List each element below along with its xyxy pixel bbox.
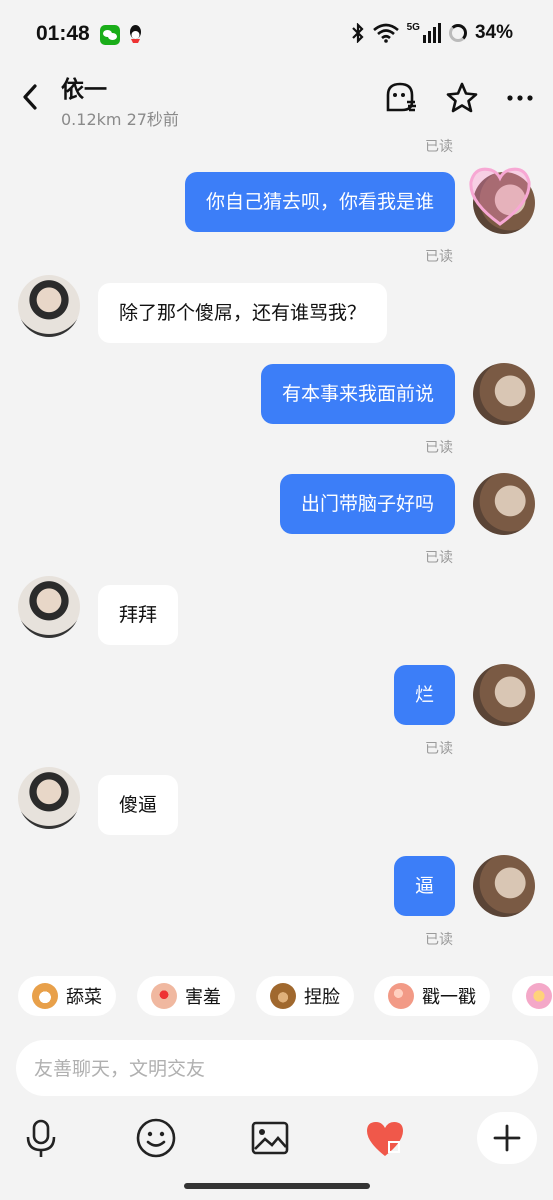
corgi-icon (32, 983, 58, 1009)
voice-ghost-icon[interactable] (382, 80, 418, 116)
contact-distance-time: 0.12km 27秒前 (61, 110, 179, 129)
heart-gift-icon[interactable] (363, 1116, 407, 1160)
read-receipt: 已读 (425, 550, 453, 566)
heart-avatar-frame-icon (469, 167, 531, 226)
image-icon[interactable] (248, 1116, 292, 1160)
back-arrow-icon[interactable] (18, 80, 44, 114)
shy-hands-icon (151, 983, 177, 1009)
emoji-icon[interactable] (134, 1116, 178, 1160)
quick-action-chip[interactable]: 捏脸 (256, 976, 354, 1016)
home-indicator[interactable] (184, 1183, 370, 1189)
battery-level: 34% (474, 22, 513, 43)
status-time: 01:48 (36, 22, 90, 45)
message-input[interactable] (32, 1040, 516, 1098)
quick-action-chip[interactable]: 舔菜 (18, 976, 116, 1016)
message-bubble-sent[interactable]: 逼 (393, 856, 455, 916)
chat-header: 依一 0.12km 27秒前 (0, 70, 553, 136)
signal-5g-icon: 5G (407, 23, 441, 43)
quick-action-chip[interactable] (512, 976, 553, 1016)
read-receipt: 已读 (425, 741, 453, 757)
bottom-toolbar (0, 1108, 553, 1168)
message-bubble-received[interactable]: 除了那个傻屌，还有谁骂我？ (98, 283, 388, 343)
read-receipt: 已读 (425, 139, 453, 155)
star-icon[interactable] (444, 80, 480, 116)
sticker-icon (526, 983, 552, 1009)
contact-avatar[interactable] (18, 576, 80, 638)
contact-avatar[interactable] (18, 275, 80, 337)
bear-icon (270, 983, 296, 1009)
plus-icon (493, 1124, 521, 1152)
network-type: 5G (406, 22, 420, 33)
wifi-icon (372, 23, 399, 43)
message-bubble-received[interactable]: 傻逼 (98, 775, 179, 835)
more-icon[interactable] (502, 80, 538, 116)
quick-action-label: 戳一戳 (422, 987, 476, 1008)
message-bubble-received[interactable]: 拜拜 (98, 585, 179, 645)
more-actions-button[interactable] (477, 1112, 537, 1164)
my-avatar[interactable] (473, 473, 535, 535)
message-bubble-sent[interactable]: 烂 (393, 665, 455, 725)
status-bar: 01:48 5G 34% (0, 0, 553, 70)
read-receipt: 已读 (425, 440, 453, 456)
read-receipt: 已读 (425, 932, 453, 948)
my-avatar[interactable] (473, 664, 535, 726)
quick-actions-bar: 舔菜 害羞 捏脸 戳一戳 (0, 970, 553, 1022)
qq-notification-icon (130, 25, 141, 43)
my-avatar[interactable] (473, 855, 535, 917)
contact-name: 依一 (61, 77, 107, 103)
quick-action-label: 捏脸 (304, 987, 340, 1008)
quick-action-chip[interactable]: 害羞 (137, 976, 235, 1016)
battery-icon (448, 24, 467, 42)
contact-avatar[interactable] (18, 767, 80, 829)
quick-action-label: 害羞 (185, 987, 221, 1008)
message-bubble-sent[interactable]: 有本事来我面前说 (260, 364, 455, 424)
quick-action-chip[interactable]: 戳一戳 (374, 976, 490, 1016)
bluetooth-icon (351, 23, 364, 43)
my-avatar[interactable] (473, 363, 535, 425)
peach-icon (388, 983, 414, 1009)
message-input-container (16, 1040, 538, 1098)
wechat-notification-icon (100, 25, 120, 45)
quick-action-label: 舔菜 (66, 987, 102, 1008)
microphone-icon[interactable] (19, 1116, 63, 1160)
read-receipt: 已读 (425, 249, 453, 265)
message-bubble-sent[interactable]: 出门带脑子好吗 (279, 474, 455, 534)
message-bubble-sent[interactable]: 你自己猜去呗，你看我是谁 (184, 172, 455, 232)
